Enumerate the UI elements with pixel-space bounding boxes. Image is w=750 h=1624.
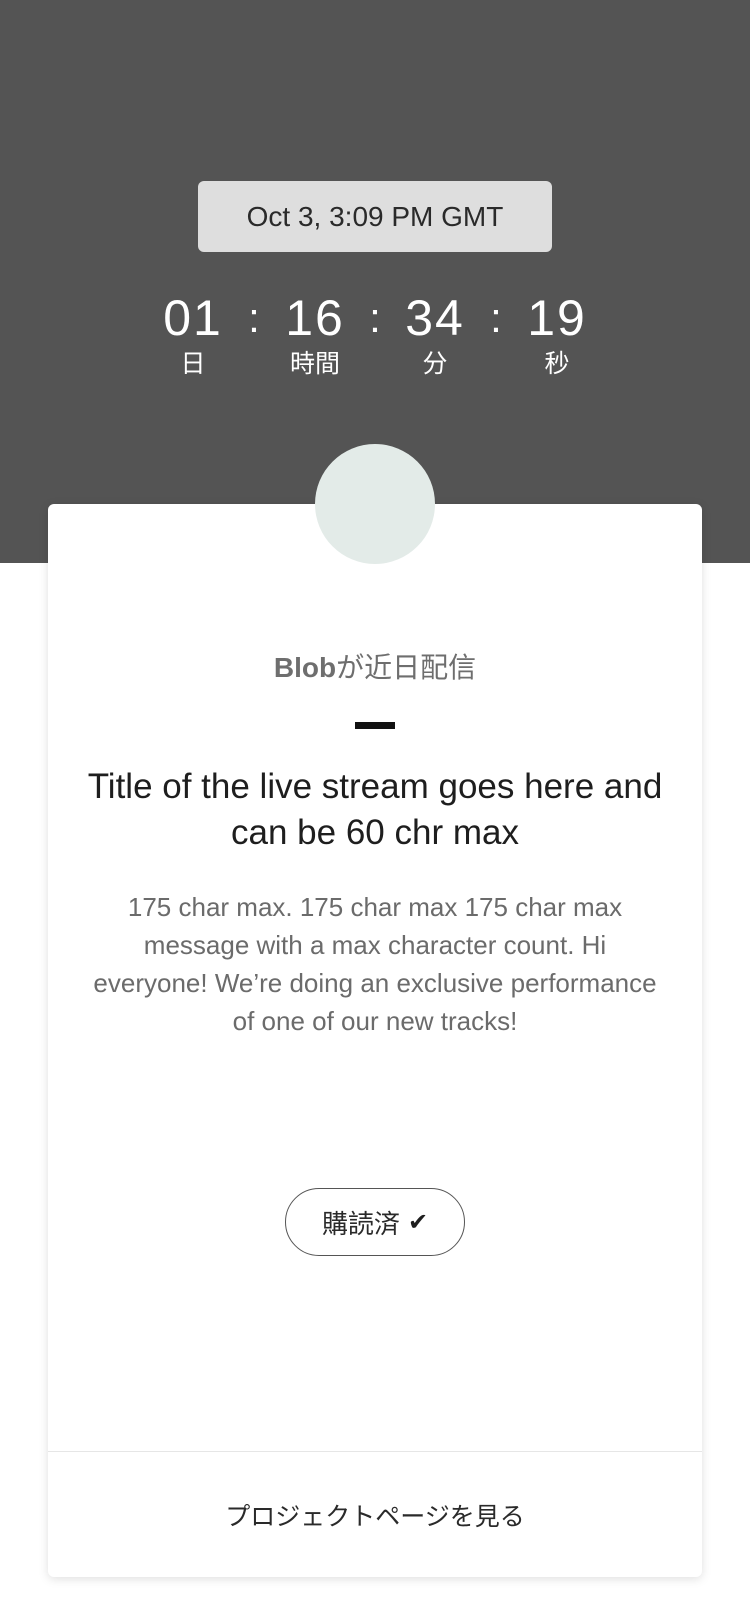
view-project-page-link[interactable]: プロジェクトページを見る (48, 1452, 702, 1577)
countdown-seconds-value: 19 (527, 290, 587, 346)
coming-soon-label: Blobが近日配信 (48, 648, 702, 688)
subscribed-button-label: 購読済 (321, 1209, 400, 1240)
countdown-minutes: 34 分 (375, 290, 495, 380)
title-divider-dash (355, 722, 395, 729)
countdown-hours-value: 16 (285, 290, 345, 346)
event-datetime-chip: Oct 3, 3:09 PM GMT (198, 181, 552, 252)
check-icon: ✔ (407, 1208, 429, 1236)
coming-soon-suffix: が近日配信 (336, 651, 477, 684)
stream-title: Title of the live stream goes here and c… (87, 767, 663, 852)
countdown-hours-label: 時間 (289, 349, 340, 378)
countdown-seconds: 19 秒 (497, 290, 617, 380)
countdown-days-label: 日 (180, 349, 206, 378)
countdown-hours: 16 時間 (255, 290, 375, 380)
countdown-minutes-value: 34 (405, 290, 465, 346)
stream-description: 175 char max. 175 char max 175 char max … (93, 892, 657, 1036)
countdown-minutes-label: 分 (422, 349, 448, 378)
artist-name: Blob (273, 652, 337, 683)
countdown-days-value: 01 (163, 290, 223, 346)
subscribed-button[interactable]: 購読済 ✔ (285, 1188, 465, 1256)
view-project-page-label: プロジェクトページを見る (225, 1501, 525, 1531)
countdown-days: 01 日 (133, 290, 253, 380)
countdown-timer: 01 日 : 16 時間 : 34 分 : 19 秒 (0, 290, 750, 380)
artist-avatar (315, 444, 435, 564)
event-datetime: Oct 3, 3:09 PM GMT (246, 200, 504, 232)
countdown-seconds-label: 秒 (544, 349, 570, 378)
